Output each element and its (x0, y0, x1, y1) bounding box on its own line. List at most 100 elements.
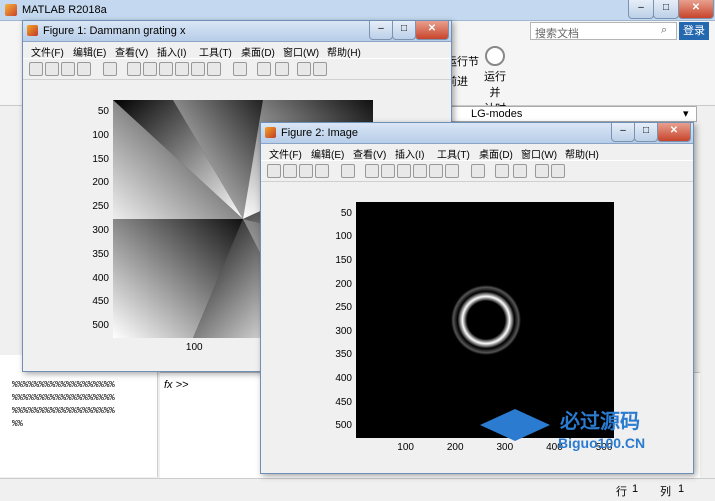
figure2-minimize-button[interactable]: – (611, 123, 635, 142)
watermark-logo: 必过源码 Biguo100.CN (480, 405, 680, 460)
login-button[interactable]: 登录 (679, 22, 709, 40)
toolbar-tool-icon[interactable] (143, 62, 157, 76)
toolbar-tool-icon[interactable] (207, 62, 221, 76)
figure2-menu-bar: 文件(F) 编辑(E) 查看(V) 插入(I) 工具(T) 桌面(D) 窗口(W) 帮助(H) (261, 144, 693, 161)
run-and-time-icon[interactable] (485, 46, 505, 66)
x-tick-label: 100 (185, 342, 203, 353)
toolbar-tool-icon[interactable] (233, 62, 247, 76)
toolbar-tool-icon[interactable] (535, 164, 549, 178)
toolbar-tool-icon[interactable] (551, 164, 565, 178)
menu-item-1[interactable]: 编辑(E) (311, 146, 344, 161)
toolbar-tool-icon[interactable] (299, 164, 313, 178)
figure-icon (265, 127, 276, 138)
figure1-minimize-button[interactable]: – (369, 21, 393, 40)
y-tick-label: 400 (335, 373, 352, 384)
menu-item-4[interactable]: 工具(T) (199, 44, 232, 59)
toolbar-tool-icon[interactable] (275, 62, 289, 76)
figure2-title-bar[interactable]: Figure 2: Image – □ ✕ (261, 123, 693, 144)
y-tick-label: 500 (335, 420, 352, 432)
figure2-maximize-button[interactable]: □ (634, 123, 658, 142)
toolbar-tool-icon[interactable] (313, 62, 327, 76)
figure2-title: Figure 2: Image (281, 127, 359, 139)
menu-item-0[interactable]: 文件(F) (269, 146, 302, 161)
col-value: 1 (678, 483, 685, 495)
toolbar-tool-icon[interactable] (365, 164, 379, 178)
menu-item-7[interactable]: 帮助(H) (327, 44, 361, 59)
toolbar-tool-icon[interactable] (495, 164, 509, 178)
menu-item-3[interactable]: 插入(I) (157, 44, 186, 59)
toolbar-tool-icon[interactable] (445, 164, 459, 178)
status-bar: 行 1 列 1 (0, 478, 715, 501)
figure-icon (27, 25, 38, 36)
menu-item-0[interactable]: 文件(F) (31, 44, 64, 59)
toolbar-tool-icon[interactable] (159, 62, 173, 76)
toolbar-tool-icon[interactable] (267, 164, 281, 178)
y-tick-label: 250 (92, 201, 109, 213)
minimize-button[interactable]: – (628, 0, 654, 19)
figure1-maximize-button[interactable]: □ (392, 21, 416, 40)
toolbar-tool-icon[interactable] (29, 62, 43, 76)
figure2-toolbar (261, 161, 693, 182)
toolbar-tool-icon[interactable] (283, 164, 297, 178)
menu-item-6[interactable]: 窗口(W) (283, 44, 319, 59)
toolbar-tool-icon[interactable] (175, 62, 189, 76)
y-tick-label: 200 (92, 177, 109, 189)
toolbar-tool-icon[interactable] (191, 62, 205, 76)
current-folder-bar[interactable]: LG-modes ▾ (450, 106, 697, 122)
history-text: %%%%%%%%%%%%%%%%%%% %%%%%%%%%%%%%%%%%%% … (12, 380, 115, 429)
figure1-close-button[interactable]: ✕ (415, 21, 449, 40)
menu-item-7[interactable]: 帮助(H) (565, 146, 599, 161)
toolbar-tool-icon[interactable] (103, 62, 117, 76)
menu-item-4[interactable]: 工具(T) (437, 146, 470, 161)
menu-item-2[interactable]: 查看(V) (115, 44, 148, 59)
matlab-logo-icon (5, 4, 17, 16)
menu-item-3[interactable]: 插入(I) (395, 146, 424, 161)
x-tick-label: 200 (446, 442, 464, 453)
figure1-title: Figure 1: Dammann grating x (43, 25, 186, 37)
y-tick-label: 100 (92, 129, 109, 141)
graduation-cap-icon (480, 409, 550, 441)
y-tick-label: 350 (335, 349, 352, 361)
toolbar-tool-icon[interactable] (471, 164, 485, 178)
y-tick-label: 300 (335, 325, 352, 337)
folder-path-label: LG-modes (471, 108, 523, 120)
command-prompt: fx >> (164, 379, 189, 391)
figure2-close-button[interactable]: ✕ (657, 123, 691, 142)
toolbar-tool-icon[interactable] (341, 164, 355, 178)
toolbar-tool-icon[interactable] (429, 164, 443, 178)
menu-item-5[interactable]: 桌面(D) (479, 146, 513, 161)
y-tick-label: 250 (335, 302, 352, 314)
toolbar-tool-icon[interactable] (413, 164, 427, 178)
y-tick-label: 100 (335, 231, 352, 243)
search-input[interactable]: 搜索文档 ⌕ (530, 22, 677, 40)
toolbar-tool-icon[interactable] (77, 62, 91, 76)
search-icon[interactable]: ⌕ (661, 24, 667, 37)
y-tick-label: 150 (335, 255, 352, 266)
toolbar-tool-icon[interactable] (397, 164, 411, 178)
figure1-title-bar[interactable]: Figure 1: Dammann grating x – □ ✕ (23, 21, 451, 42)
menu-item-6[interactable]: 窗口(W) (521, 146, 557, 161)
y-tick-label: 400 (92, 272, 109, 284)
menu-item-1[interactable]: 编辑(E) (73, 44, 106, 59)
x-tick-label: 100 (397, 442, 414, 453)
menu-item-5[interactable]: 桌面(D) (241, 44, 275, 59)
col-label: 列 (660, 486, 671, 498)
toolbar-tool-icon[interactable] (257, 62, 271, 76)
maximize-button[interactable]: □ (653, 0, 679, 19)
toolbar-tool-icon[interactable] (61, 62, 75, 76)
toolbar-tool-icon[interactable] (45, 62, 59, 76)
toolbar-tool-icon[interactable] (127, 62, 141, 76)
toolbar-tool-icon[interactable] (513, 164, 527, 178)
search-placeholder: 搜索文档 (535, 28, 579, 40)
chevron-down-icon[interactable]: ▾ (683, 107, 689, 120)
menu-item-2[interactable]: 查看(V) (353, 146, 386, 161)
close-button[interactable]: ✕ (678, 0, 714, 19)
toolbar-tool-icon[interactable] (297, 62, 311, 76)
toolbar-tool-icon[interactable] (315, 164, 329, 178)
y-tick-label: 150 (92, 153, 109, 165)
lg-mode-intensity-plot (356, 202, 614, 438)
y-tick-label: 450 (335, 396, 352, 408)
toolbar-tool-icon[interactable] (381, 164, 395, 178)
main-title-bar: MATLAB R2018a – □ ✕ (0, 0, 715, 21)
y-tick-label: 50 (340, 207, 352, 219)
